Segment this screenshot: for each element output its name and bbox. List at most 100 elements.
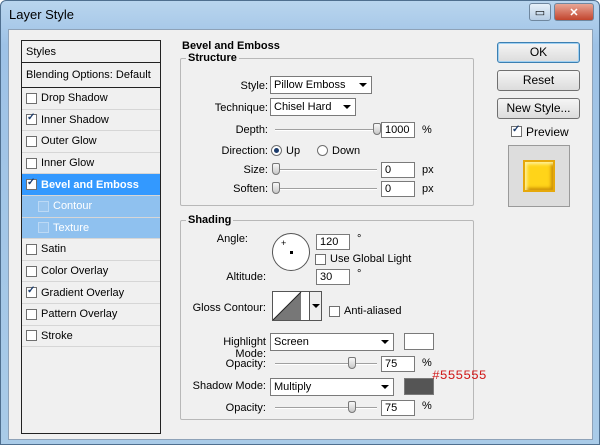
soften-slider-thumb[interactable] — [272, 182, 280, 194]
technique-label: Technique: — [214, 102, 268, 114]
bevel-title: Bevel and Emboss — [180, 40, 282, 52]
direction-up-label: Up — [286, 145, 301, 157]
style-item-satin[interactable]: Satin — [22, 239, 160, 261]
style-item-contour[interactable]: Contour — [22, 195, 160, 218]
new-style-button[interactable]: New Style... — [497, 98, 580, 119]
minimize-icon[interactable]: ▭ — [529, 3, 551, 21]
depth-slider[interactable] — [275, 123, 381, 135]
style-checkbox[interactable] — [26, 330, 37, 342]
reset-button[interactable]: Reset — [497, 70, 580, 91]
style-checkbox[interactable] — [26, 135, 37, 147]
dialog-body: Styles Blending Options: Default Drop Sh… — [8, 29, 593, 440]
angle-dial[interactable]: + — [272, 233, 310, 271]
size-input[interactable]: 0 — [381, 162, 415, 178]
shadow-opacity-thumb[interactable] — [347, 401, 356, 413]
shadow-opacity-input[interactable]: 75 — [381, 400, 415, 416]
angle-input[interactable]: 120 — [316, 234, 350, 250]
style-item-drop-shadow[interactable]: Drop Shadow — [22, 88, 160, 110]
soften-slider[interactable] — [272, 182, 377, 194]
global-light-label: Use Global Light — [330, 253, 412, 265]
style-item-label: Texture — [53, 221, 90, 234]
style-item-texture[interactable]: Texture — [22, 217, 160, 240]
preview-label: Preview — [526, 125, 569, 139]
style-checkbox[interactable] — [26, 265, 37, 277]
style-item-label: Drop Shadow — [41, 92, 108, 105]
preview-swatch — [523, 160, 555, 192]
highlight-opacity-label: Opacity: — [225, 358, 266, 370]
style-checkbox[interactable] — [26, 92, 37, 104]
altitude-deg: ° — [357, 268, 362, 280]
highlight-opacity-slider[interactable] — [275, 357, 377, 369]
shadow-opacity-slider[interactable] — [275, 401, 377, 413]
style-item-inner-glow[interactable]: Inner Glow — [22, 153, 160, 175]
shadow-color-annotation: #555555 — [432, 368, 487, 383]
styles-header[interactable]: Styles — [22, 41, 160, 63]
style-item-stroke[interactable]: Stroke — [22, 326, 160, 348]
gloss-contour-icon — [273, 292, 302, 320]
style-item-label: Outer Glow — [41, 135, 97, 148]
style-checkbox[interactable] — [26, 285, 37, 299]
shadow-mode-select[interactable]: Multiply — [270, 378, 394, 396]
global-light-checkbox[interactable] — [315, 254, 326, 265]
blending-options[interactable]: Blending Options: Default — [22, 63, 160, 88]
altitude-input[interactable]: 30 — [316, 269, 350, 285]
highlight-opacity-thumb[interactable] — [347, 357, 356, 369]
size-slider-thumb[interactable] — [272, 163, 280, 175]
window-title: Layer Style — [9, 7, 75, 22]
style-item-label: Stroke — [41, 329, 73, 342]
highlight-opacity-input[interactable]: 75 — [381, 356, 415, 372]
angle-label: Angle: — [216, 233, 248, 245]
style-checkbox[interactable] — [38, 200, 49, 212]
highlight-color-swatch[interactable] — [404, 333, 434, 350]
gloss-dropdown-icon[interactable] — [309, 292, 321, 320]
size-label: Size: — [243, 164, 268, 176]
style-checkbox[interactable] — [26, 308, 37, 320]
technique-value: Chisel Hard — [274, 101, 332, 113]
soften-input[interactable]: 0 — [381, 181, 415, 197]
depth-slider-thumb[interactable] — [373, 123, 381, 135]
anti-aliased-checkbox[interactable] — [329, 306, 340, 317]
highlight-mode-label: Highlight Mode: — [223, 336, 266, 360]
depth-unit: % — [422, 124, 432, 136]
style-item-color-overlay[interactable]: Color Overlay — [22, 261, 160, 283]
shading-title: Shading — [186, 214, 234, 226]
ok-button[interactable]: OK — [497, 42, 580, 63]
direction-up-radio[interactable] — [271, 145, 282, 156]
direction-down-radio[interactable] — [317, 145, 328, 156]
style-item-pattern-overlay[interactable]: Pattern Overlay — [22, 304, 160, 326]
style-item-outer-glow[interactable]: Outer Glow — [22, 131, 160, 153]
style-checkbox[interactable] — [38, 222, 49, 234]
highlight-mode-value: Screen — [274, 336, 309, 348]
depth-input[interactable]: 1000 — [381, 122, 415, 138]
style-item-bevel-and-emboss[interactable]: Bevel and Emboss — [22, 174, 160, 196]
anti-aliased-label: Anti-aliased — [344, 305, 402, 317]
style-select[interactable]: Pillow Emboss — [270, 76, 372, 94]
style-item-gradient-overlay[interactable]: Gradient Overlay — [22, 282, 160, 304]
structure-title: Structure — [186, 52, 239, 64]
gloss-contour-label: Gloss Contour: — [192, 302, 266, 314]
style-checkbox[interactable] — [26, 177, 37, 191]
close-icon[interactable]: ✕ — [554, 3, 594, 21]
title-bar: Layer Style ▭ ✕ — [1, 1, 599, 29]
style-checkbox[interactable] — [26, 243, 37, 255]
style-item-inner-shadow[interactable]: Inner Shadow — [22, 110, 160, 132]
style-checkbox[interactable] — [26, 157, 37, 169]
direction-down-label: Down — [332, 145, 361, 157]
style-item-label: Inner Shadow — [41, 113, 109, 126]
technique-select[interactable]: Chisel Hard — [270, 98, 356, 116]
style-item-label: Pattern Overlay — [41, 308, 118, 321]
gloss-contour-picker[interactable] — [272, 291, 322, 321]
soften-unit: px — [422, 183, 434, 195]
style-item-label: Contour — [53, 200, 93, 213]
style-item-label: Satin — [41, 243, 67, 256]
style-item-label: Inner Glow — [41, 157, 95, 170]
styles-list: Styles Blending Options: Default Drop Sh… — [21, 40, 161, 434]
shadow-color-swatch[interactable] — [404, 378, 434, 395]
size-slider[interactable] — [272, 163, 377, 175]
style-checkbox[interactable] — [26, 112, 37, 126]
preview-checkbox[interactable] — [511, 124, 522, 137]
style-item-label: Bevel and Emboss — [41, 178, 139, 191]
shadow-opacity-unit: % — [422, 400, 432, 412]
highlight-mode-select[interactable]: Screen — [270, 333, 394, 351]
preview-thumbnail — [508, 145, 570, 207]
